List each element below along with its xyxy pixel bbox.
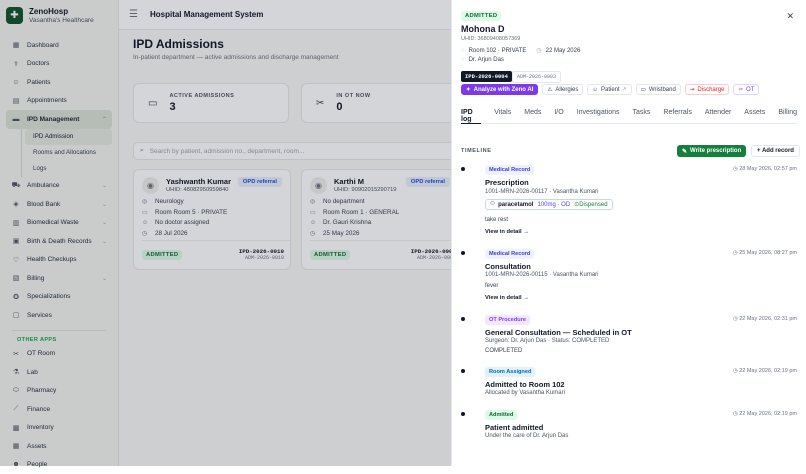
- modal-backdrop[interactable]: [0, 0, 452, 466]
- button-label: Discharge: [697, 87, 724, 93]
- ot-button[interactable]: ✂OT: [733, 84, 759, 95]
- user-icon: ☺: [592, 87, 598, 93]
- warning-icon: ⚠: [547, 87, 552, 93]
- tab-vitals[interactable]: Vitals: [494, 106, 511, 124]
- med-status: Dispensed: [579, 202, 607, 208]
- timeline-dot: [461, 251, 465, 255]
- timeline-entry: OT Procedure ◷ 22 May 2026, 02:31 pm Gen…: [461, 315, 797, 357]
- entry-detail: Under the care of Dr. Arjun Das: [485, 433, 568, 439]
- timeline-heading: TIMELINE: [461, 148, 491, 154]
- tab-investigations[interactable]: Investigations: [577, 106, 620, 124]
- patient-name: Mohona D: [461, 24, 505, 34]
- timeline-dot: [461, 317, 465, 321]
- room-icon: ◌: [461, 48, 465, 54]
- entry-status: COMPLETED: [485, 348, 522, 354]
- status-badge: ADMITTED: [461, 11, 501, 21]
- entry-title: General Consultation — Scheduled in OT: [485, 328, 632, 337]
- add-record-button[interactable]: + Add record: [751, 145, 800, 157]
- timeline-entry: Admitted ◷ 22 May 2026, 02:19 pm Patient…: [461, 410, 797, 442]
- pill-icon: ⬭: [490, 201, 495, 208]
- entry-note: fever: [485, 283, 498, 289]
- entry-detail: 1001-MRN-2026-00117 · Vasantha Kumari: [485, 189, 599, 195]
- entry-time-text: 22 May 2026, 02:19 pm: [739, 411, 797, 417]
- entry-type-badge: Medical Record: [485, 249, 534, 259]
- tab-billing[interactable]: Billing: [778, 106, 797, 124]
- tab-ipd-log[interactable]: IPD log: [461, 106, 481, 124]
- analyze-ai-button[interactable]: ✦Analyze with Zeno AI: [461, 84, 538, 95]
- close-icon[interactable]: ✕: [786, 11, 794, 22]
- entry-time-text: 22 May 2026, 02:31 pm: [739, 316, 797, 322]
- patient-detail-panel: ✕ ADMITTED Mohona D UHID: 36809408057369…: [451, 0, 806, 466]
- entry-detail: 1001-MRN-2026-00115 · Vasantha Kumari: [485, 272, 599, 278]
- timeline-dot: [461, 412, 465, 416]
- timeline-entry: Medical Record ◷ 25 May 2026, 08:27 pm C…: [461, 249, 797, 304]
- entry-title: Admitted to Room 102: [485, 380, 565, 389]
- tab-referrals[interactable]: Referrals: [663, 106, 691, 124]
- entry-title: Patient admitted: [485, 423, 543, 432]
- tab-tasks[interactable]: Tasks: [633, 106, 651, 124]
- adm-code: ADM-2026-0003: [512, 71, 561, 83]
- button-label: OT: [746, 87, 754, 93]
- entry-time: ◷ 22 May 2026, 02:31 pm: [733, 316, 797, 322]
- tab-io[interactable]: I/O: [554, 106, 563, 124]
- calendar-icon: ◷: [536, 47, 541, 54]
- entry-type-badge: Medical Record: [485, 165, 534, 175]
- doctor-icon: ◌: [461, 57, 465, 63]
- write-prescription-button[interactable]: ✎Write prescription: [677, 145, 746, 157]
- entry-detail: Surgeon: Dr. Arjun Das · Status: COMPLET…: [485, 338, 609, 344]
- button-label: Write prescription: [690, 148, 741, 154]
- discharge-button[interactable]: ⇥Discharge: [685, 84, 730, 95]
- button-label: Wristband: [649, 87, 676, 93]
- pen-icon: ✎: [682, 148, 687, 155]
- entry-note: take rest: [485, 217, 508, 223]
- timeline-dot: [461, 167, 465, 171]
- view-detail-link[interactable]: View in detail →: [485, 229, 529, 235]
- button-label: Analyze with Zeno AI: [474, 87, 534, 93]
- panel-tabs: IPD log Vitals Meds I/O Investigations T…: [461, 106, 797, 124]
- logout-icon: ⇥: [690, 87, 695, 93]
- button-label: Allergies: [555, 87, 578, 93]
- entry-time: ◷ 22 May 2026, 02:19 pm: [733, 368, 797, 374]
- allergies-button[interactable]: ⚠Allergies: [542, 84, 583, 95]
- entry-time: ◷ 25 May 2026, 08:27 pm: [733, 250, 797, 256]
- med-name: paracetamol: [498, 202, 533, 208]
- entry-type-badge: Admitted: [485, 410, 517, 420]
- external-link-icon: ↗: [622, 86, 627, 93]
- entry-detail: Allocated by Vasantha Kumari: [485, 390, 565, 396]
- sparkle-icon: ✦: [466, 87, 471, 93]
- entry-time: ◷ 22 May 2026, 02:19 pm: [733, 411, 797, 417]
- admission-date: 22 May 2026: [546, 48, 581, 54]
- button-label: Patient: [601, 87, 620, 93]
- entry-time-text: 25 May 2026, 08:27 pm: [739, 250, 797, 256]
- tab-attender[interactable]: Attender: [705, 106, 731, 124]
- entry-title: Consultation: [485, 262, 531, 271]
- entry-time: ◷ 28 May 2026, 02:57 pm: [733, 166, 797, 172]
- patient-meta-row: ◌ Room 102 · PRIVATE ◷ 22 May 2026: [461, 47, 580, 54]
- wristband-button[interactable]: ▭Wristband: [636, 84, 681, 95]
- ipd-code: IPD-2026-0004: [461, 71, 512, 82]
- entry-time-text: 22 May 2026, 02:19 pm: [739, 368, 797, 374]
- wristband-icon: ▭: [641, 87, 646, 93]
- entry-type-badge: Room Assigned: [485, 367, 535, 377]
- action-bar: ✦Analyze with Zeno AI ⚠Allergies ☺Patien…: [461, 84, 759, 95]
- timeline-dot: [461, 369, 465, 373]
- med-dose: 100mg · OD: [537, 202, 570, 208]
- patient-room: Room 102 · PRIVATE: [469, 48, 527, 54]
- patient-doctor: Dr. Arjun Das: [469, 57, 504, 63]
- timeline-entry: Medical Record ◷ 28 May 2026, 02:57 pm P…: [461, 165, 797, 240]
- entry-title: Prescription: [485, 178, 529, 187]
- entry-type-badge: OT Procedure: [485, 315, 530, 325]
- entry-time-text: 28 May 2026, 02:57 pm: [739, 166, 797, 172]
- medication-chip: ⬭ paracetamol 100mg · OD ⊙ Dispensed: [485, 199, 613, 210]
- doctor-row: ◌ Dr. Arjun Das: [461, 57, 504, 63]
- tab-assets[interactable]: Assets: [744, 106, 765, 124]
- patient-button[interactable]: ☺Patient↗: [587, 84, 631, 95]
- timeline-entry: Room Assigned ◷ 22 May 2026, 02:19 pm Ad…: [461, 367, 797, 399]
- view-detail-link[interactable]: View in detail →: [485, 295, 529, 301]
- tab-meds[interactable]: Meds: [524, 106, 541, 124]
- patient-uhid: UHID: 36809408057369: [461, 36, 520, 42]
- scissors-icon: ✂: [738, 87, 743, 93]
